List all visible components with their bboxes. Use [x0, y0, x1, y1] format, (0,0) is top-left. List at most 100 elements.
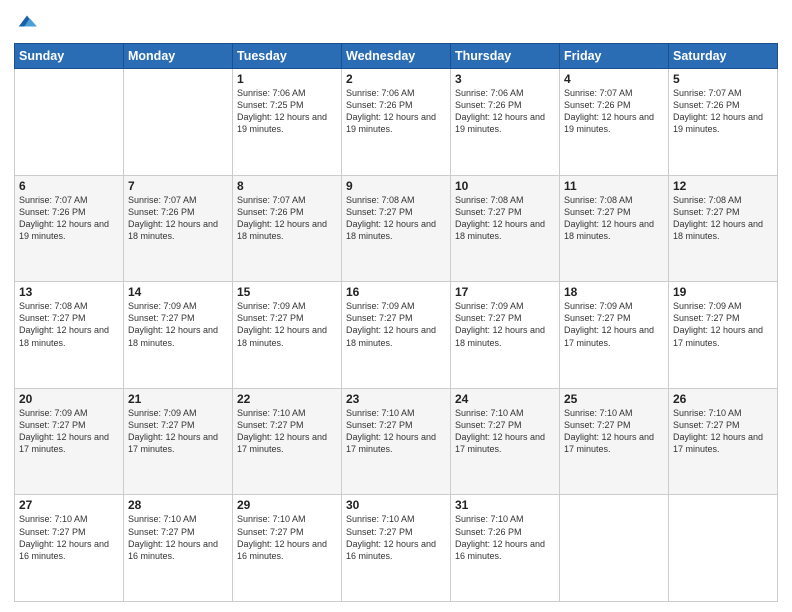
calendar-cell: 5Sunrise: 7:07 AM Sunset: 7:26 PM Daylig… — [669, 69, 778, 176]
calendar-week-row: 1Sunrise: 7:06 AM Sunset: 7:25 PM Daylig… — [15, 69, 778, 176]
day-number: 3 — [455, 72, 555, 86]
day-number: 14 — [128, 285, 228, 299]
day-info: Sunrise: 7:10 AM Sunset: 7:27 PM Dayligh… — [455, 407, 555, 456]
page: SundayMondayTuesdayWednesdayThursdayFrid… — [0, 0, 792, 612]
day-info: Sunrise: 7:07 AM Sunset: 7:26 PM Dayligh… — [19, 194, 119, 243]
day-number: 25 — [564, 392, 664, 406]
logo-icon — [16, 10, 38, 32]
day-number: 7 — [128, 179, 228, 193]
calendar-cell: 16Sunrise: 7:09 AM Sunset: 7:27 PM Dayli… — [342, 282, 451, 389]
day-info: Sunrise: 7:10 AM Sunset: 7:26 PM Dayligh… — [455, 513, 555, 562]
calendar-cell: 18Sunrise: 7:09 AM Sunset: 7:27 PM Dayli… — [560, 282, 669, 389]
day-info: Sunrise: 7:08 AM Sunset: 7:27 PM Dayligh… — [19, 300, 119, 349]
day-number: 20 — [19, 392, 119, 406]
calendar-cell: 10Sunrise: 7:08 AM Sunset: 7:27 PM Dayli… — [451, 175, 560, 282]
day-number: 28 — [128, 498, 228, 512]
calendar-body: 1Sunrise: 7:06 AM Sunset: 7:25 PM Daylig… — [15, 69, 778, 602]
calendar-week-row: 27Sunrise: 7:10 AM Sunset: 7:27 PM Dayli… — [15, 495, 778, 602]
calendar-cell: 26Sunrise: 7:10 AM Sunset: 7:27 PM Dayli… — [669, 388, 778, 495]
calendar-week-row: 6Sunrise: 7:07 AM Sunset: 7:26 PM Daylig… — [15, 175, 778, 282]
calendar-cell: 27Sunrise: 7:10 AM Sunset: 7:27 PM Dayli… — [15, 495, 124, 602]
weekday-header-cell: Wednesday — [342, 44, 451, 69]
day-info: Sunrise: 7:10 AM Sunset: 7:27 PM Dayligh… — [128, 513, 228, 562]
day-info: Sunrise: 7:10 AM Sunset: 7:27 PM Dayligh… — [237, 407, 337, 456]
day-number: 10 — [455, 179, 555, 193]
day-number: 18 — [564, 285, 664, 299]
calendar-cell: 23Sunrise: 7:10 AM Sunset: 7:27 PM Dayli… — [342, 388, 451, 495]
weekday-header-cell: Friday — [560, 44, 669, 69]
day-number: 26 — [673, 392, 773, 406]
calendar-cell: 22Sunrise: 7:10 AM Sunset: 7:27 PM Dayli… — [233, 388, 342, 495]
day-info: Sunrise: 7:09 AM Sunset: 7:27 PM Dayligh… — [673, 300, 773, 349]
day-info: Sunrise: 7:08 AM Sunset: 7:27 PM Dayligh… — [455, 194, 555, 243]
day-info: Sunrise: 7:10 AM Sunset: 7:27 PM Dayligh… — [564, 407, 664, 456]
calendar-cell: 1Sunrise: 7:06 AM Sunset: 7:25 PM Daylig… — [233, 69, 342, 176]
day-number: 9 — [346, 179, 446, 193]
calendar-cell: 28Sunrise: 7:10 AM Sunset: 7:27 PM Dayli… — [124, 495, 233, 602]
day-info: Sunrise: 7:10 AM Sunset: 7:27 PM Dayligh… — [237, 513, 337, 562]
day-number: 31 — [455, 498, 555, 512]
day-number: 2 — [346, 72, 446, 86]
calendar-cell — [560, 495, 669, 602]
day-info: Sunrise: 7:06 AM Sunset: 7:26 PM Dayligh… — [346, 87, 446, 136]
day-info: Sunrise: 7:09 AM Sunset: 7:27 PM Dayligh… — [564, 300, 664, 349]
weekday-header-cell: Tuesday — [233, 44, 342, 69]
calendar-cell: 13Sunrise: 7:08 AM Sunset: 7:27 PM Dayli… — [15, 282, 124, 389]
day-number: 19 — [673, 285, 773, 299]
day-number: 22 — [237, 392, 337, 406]
day-number: 21 — [128, 392, 228, 406]
day-info: Sunrise: 7:06 AM Sunset: 7:25 PM Dayligh… — [237, 87, 337, 136]
day-number: 15 — [237, 285, 337, 299]
day-number: 29 — [237, 498, 337, 512]
day-info: Sunrise: 7:09 AM Sunset: 7:27 PM Dayligh… — [128, 407, 228, 456]
calendar-cell: 15Sunrise: 7:09 AM Sunset: 7:27 PM Dayli… — [233, 282, 342, 389]
calendar-cell: 7Sunrise: 7:07 AM Sunset: 7:26 PM Daylig… — [124, 175, 233, 282]
calendar-cell: 30Sunrise: 7:10 AM Sunset: 7:27 PM Dayli… — [342, 495, 451, 602]
day-number: 5 — [673, 72, 773, 86]
day-number: 11 — [564, 179, 664, 193]
day-number: 4 — [564, 72, 664, 86]
day-info: Sunrise: 7:09 AM Sunset: 7:27 PM Dayligh… — [19, 407, 119, 456]
calendar-cell — [124, 69, 233, 176]
calendar-cell: 31Sunrise: 7:10 AM Sunset: 7:26 PM Dayli… — [451, 495, 560, 602]
day-info: Sunrise: 7:09 AM Sunset: 7:27 PM Dayligh… — [455, 300, 555, 349]
day-info: Sunrise: 7:06 AM Sunset: 7:26 PM Dayligh… — [455, 87, 555, 136]
calendar-cell: 14Sunrise: 7:09 AM Sunset: 7:27 PM Dayli… — [124, 282, 233, 389]
calendar-table: SundayMondayTuesdayWednesdayThursdayFrid… — [14, 43, 778, 602]
day-number: 8 — [237, 179, 337, 193]
calendar-cell: 21Sunrise: 7:09 AM Sunset: 7:27 PM Dayli… — [124, 388, 233, 495]
calendar-cell: 3Sunrise: 7:06 AM Sunset: 7:26 PM Daylig… — [451, 69, 560, 176]
calendar-cell: 9Sunrise: 7:08 AM Sunset: 7:27 PM Daylig… — [342, 175, 451, 282]
day-number: 24 — [455, 392, 555, 406]
day-info: Sunrise: 7:09 AM Sunset: 7:27 PM Dayligh… — [346, 300, 446, 349]
weekday-header-row: SundayMondayTuesdayWednesdayThursdayFrid… — [15, 44, 778, 69]
day-info: Sunrise: 7:10 AM Sunset: 7:27 PM Dayligh… — [346, 407, 446, 456]
day-info: Sunrise: 7:07 AM Sunset: 7:26 PM Dayligh… — [128, 194, 228, 243]
calendar-cell: 11Sunrise: 7:08 AM Sunset: 7:27 PM Dayli… — [560, 175, 669, 282]
weekday-header-cell: Saturday — [669, 44, 778, 69]
day-info: Sunrise: 7:07 AM Sunset: 7:26 PM Dayligh… — [564, 87, 664, 136]
calendar-cell: 25Sunrise: 7:10 AM Sunset: 7:27 PM Dayli… — [560, 388, 669, 495]
day-number: 13 — [19, 285, 119, 299]
day-info: Sunrise: 7:07 AM Sunset: 7:26 PM Dayligh… — [673, 87, 773, 136]
day-info: Sunrise: 7:08 AM Sunset: 7:27 PM Dayligh… — [673, 194, 773, 243]
day-info: Sunrise: 7:10 AM Sunset: 7:27 PM Dayligh… — [19, 513, 119, 562]
logo — [14, 10, 38, 37]
calendar-cell: 12Sunrise: 7:08 AM Sunset: 7:27 PM Dayli… — [669, 175, 778, 282]
day-info: Sunrise: 7:10 AM Sunset: 7:27 PM Dayligh… — [673, 407, 773, 456]
calendar-cell: 2Sunrise: 7:06 AM Sunset: 7:26 PM Daylig… — [342, 69, 451, 176]
day-number: 1 — [237, 72, 337, 86]
weekday-header-cell: Thursday — [451, 44, 560, 69]
calendar-cell: 8Sunrise: 7:07 AM Sunset: 7:26 PM Daylig… — [233, 175, 342, 282]
weekday-header-cell: Sunday — [15, 44, 124, 69]
day-number: 6 — [19, 179, 119, 193]
calendar-cell — [15, 69, 124, 176]
calendar-cell: 19Sunrise: 7:09 AM Sunset: 7:27 PM Dayli… — [669, 282, 778, 389]
day-info: Sunrise: 7:07 AM Sunset: 7:26 PM Dayligh… — [237, 194, 337, 243]
day-number: 12 — [673, 179, 773, 193]
calendar-cell: 4Sunrise: 7:07 AM Sunset: 7:26 PM Daylig… — [560, 69, 669, 176]
day-number: 30 — [346, 498, 446, 512]
day-info: Sunrise: 7:08 AM Sunset: 7:27 PM Dayligh… — [564, 194, 664, 243]
calendar-cell: 6Sunrise: 7:07 AM Sunset: 7:26 PM Daylig… — [15, 175, 124, 282]
day-number: 27 — [19, 498, 119, 512]
